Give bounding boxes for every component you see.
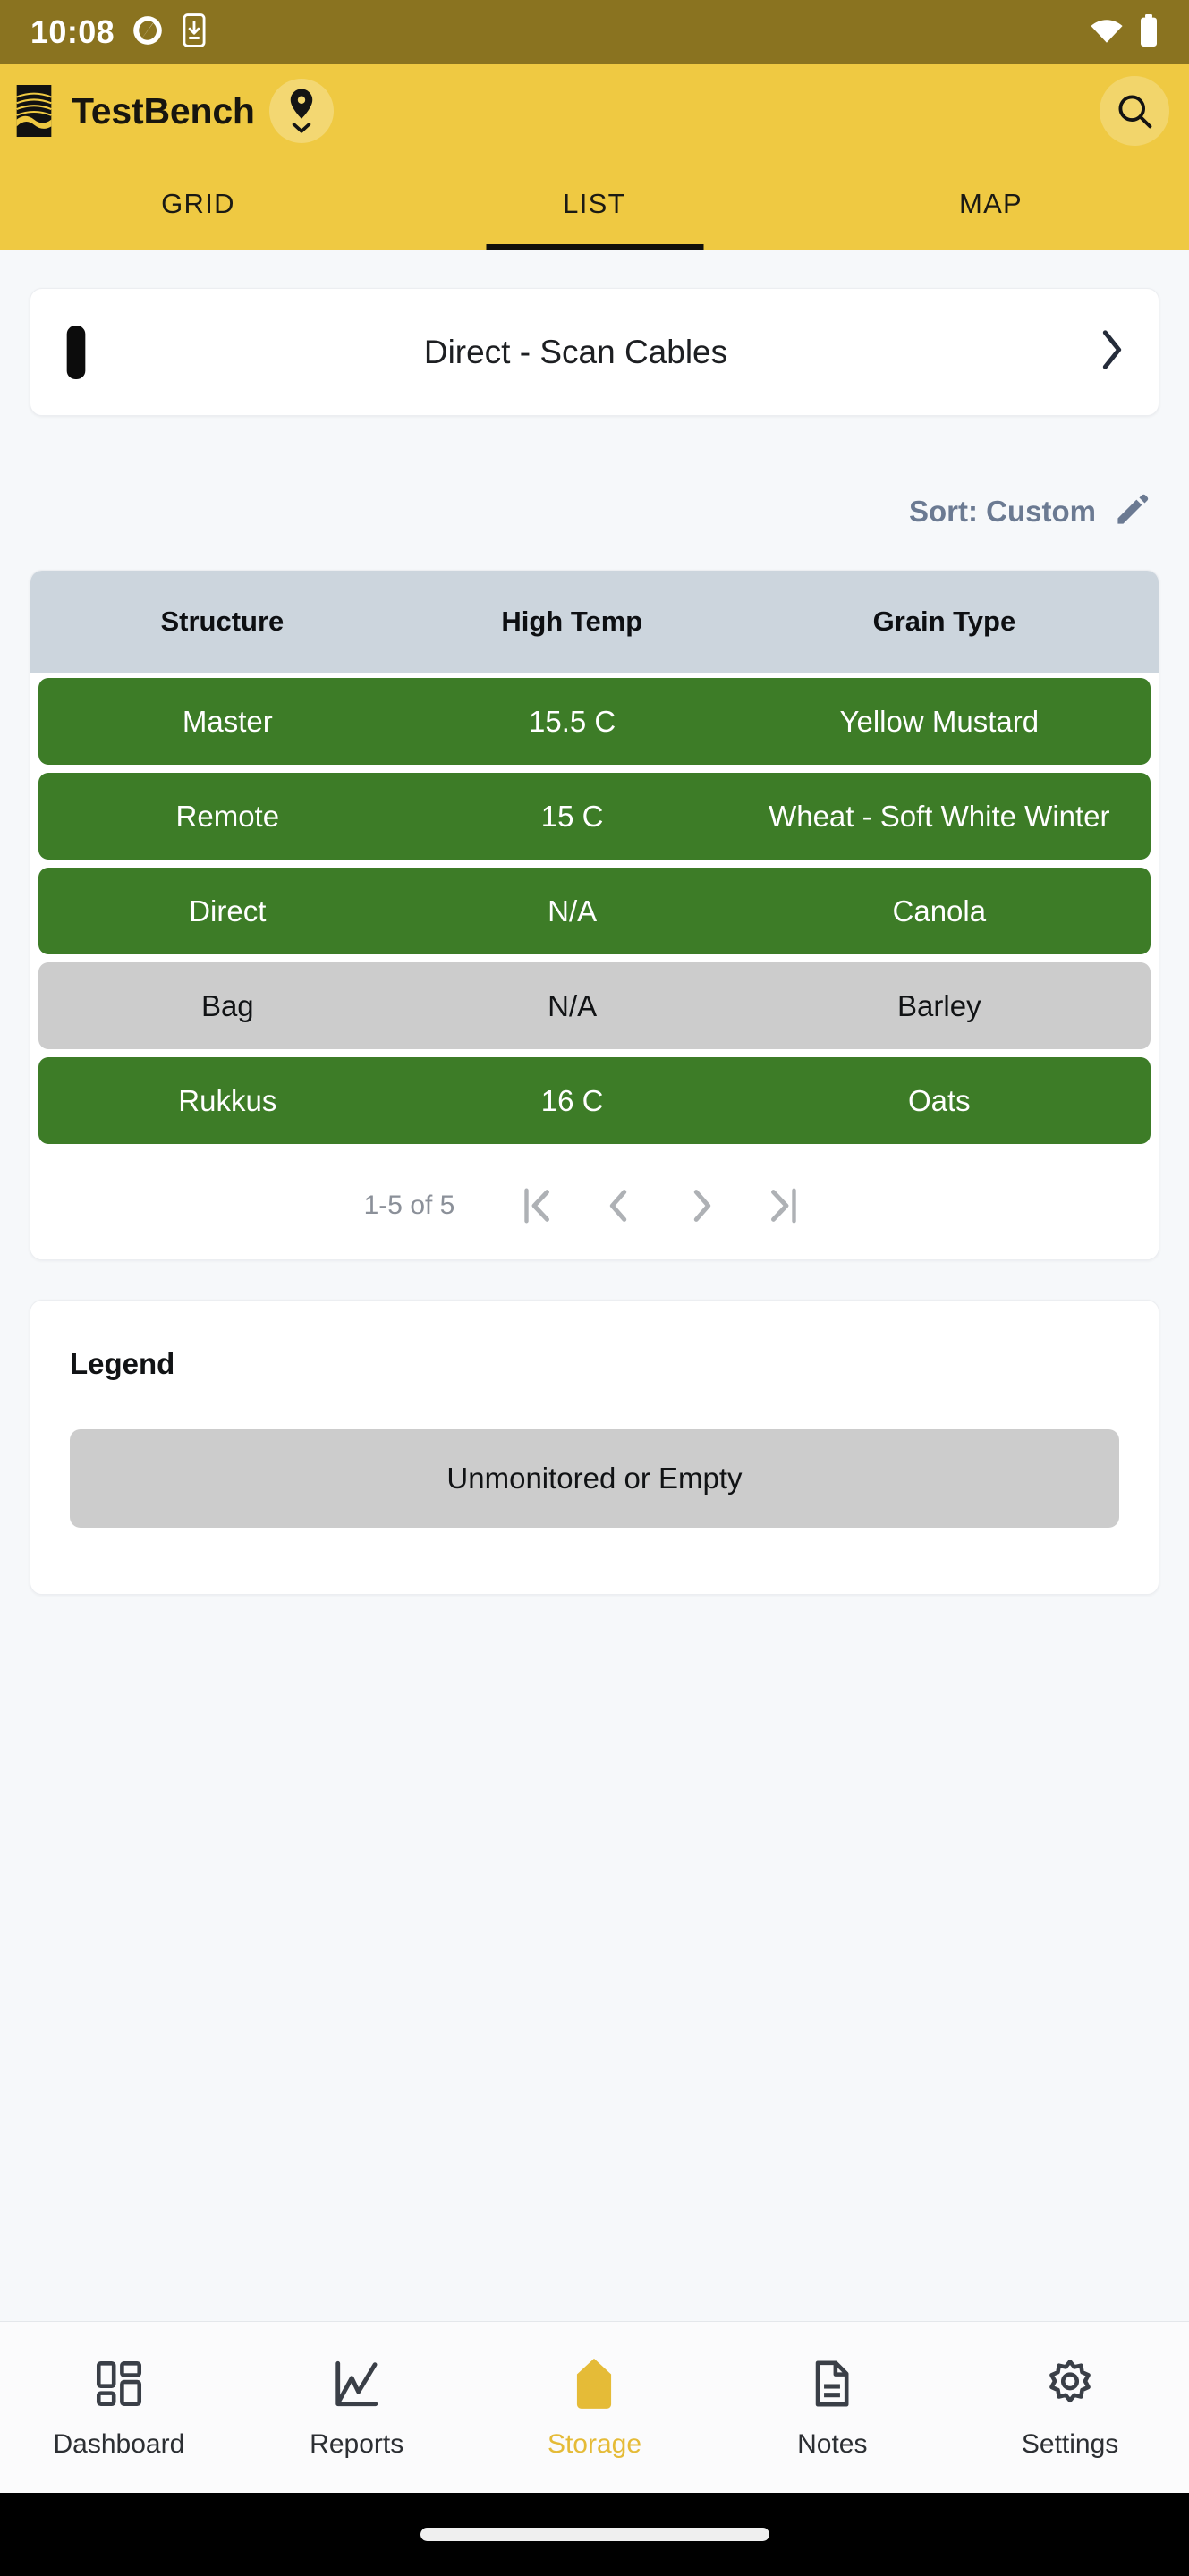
brand: TestBench (13, 85, 255, 137)
nav-label-dashboard: Dashboard (53, 2429, 185, 2459)
wifi-icon (1089, 16, 1125, 49)
app-title: TestBench (72, 89, 255, 131)
table-pagination: 1-5 of 5 (30, 1152, 1159, 1259)
cell-high-temp: 16 C (540, 1083, 604, 1117)
sort-label: Sort: Custom (909, 495, 1096, 528)
cell-structure: Master (182, 704, 273, 738)
column-header-grain-type[interactable]: Grain Type (730, 606, 1159, 638)
app-bar: TestBench (0, 64, 1189, 157)
table-row[interactable]: Bag N/A Barley (38, 962, 1151, 1049)
cell-high-temp: N/A (548, 894, 598, 928)
column-header-structure[interactable]: Structure (30, 606, 414, 638)
pencil-edit-icon[interactable] (1112, 490, 1151, 534)
nav-label-storage: Storage (547, 2429, 642, 2459)
table-header-row: Structure High Temp Grain Type (30, 571, 1159, 673)
system-status-bar: 10:08 (0, 0, 1189, 64)
status-bar-clock: 10:08 (30, 13, 115, 50)
column-header-high-temp[interactable]: High Temp (414, 606, 730, 638)
table-row[interactable]: Direct N/A Canola (38, 868, 1151, 954)
home-indicator[interactable] (420, 2528, 769, 2541)
scan-cables-card[interactable]: Direct - Scan Cables (30, 288, 1159, 416)
previous-page-icon[interactable] (578, 1174, 660, 1237)
cell-high-temp: N/A (548, 988, 598, 1022)
system-gesture-bar (0, 2493, 1189, 2576)
cell-structure: Remote (175, 799, 280, 833)
app-screen: 10:08 TestBench GRID LIST MAP Direct - S… (0, 0, 1189, 2576)
cell-grain-type: Yellow Mustard (839, 704, 1040, 738)
download-phone-icon (181, 13, 208, 52)
nav-item-storage[interactable]: Storage (476, 2355, 714, 2460)
chevron-right-icon (1100, 329, 1125, 375)
table-body: Master 15.5 C Yellow Mustard Remote 15 C… (30, 673, 1159, 1144)
document-notes-icon (806, 2355, 858, 2412)
line-chart-icon (331, 2355, 383, 2412)
scroll-content: Direct - Scan Cables Sort: Custom Struct… (0, 250, 1189, 2321)
dashboard-grid-icon (93, 2355, 145, 2412)
cell-structure: Bag (200, 988, 254, 1022)
tab-map[interactable]: MAP (793, 157, 1189, 250)
first-page-icon[interactable] (496, 1174, 578, 1237)
nav-item-settings[interactable]: Settings (951, 2355, 1189, 2460)
nav-item-notes[interactable]: Notes (713, 2355, 951, 2460)
status-bar-left: 10:08 (30, 13, 208, 52)
cell-high-temp: 15 C (540, 799, 604, 833)
search-icon[interactable] (1100, 76, 1169, 146)
tab-grid[interactable]: GRID (0, 157, 396, 250)
grain-bin-logo-icon (13, 85, 55, 137)
status-bar-right (1089, 13, 1159, 51)
table-row[interactable]: Remote 15 C Wheat - Soft White Winter (38, 773, 1151, 860)
cell-high-temp: 15.5 C (529, 704, 616, 738)
cell-grain-type: Oats (907, 1083, 971, 1117)
legend-item-unmonitored: Unmonitored or Empty (70, 1429, 1119, 1528)
sort-control[interactable]: Sort: Custom (30, 489, 1159, 534)
tab-list[interactable]: LIST (396, 157, 793, 250)
pagination-range: 1-5 of 5 (363, 1191, 455, 1220)
bottom-navigation: Dashboard Reports Storage Notes Settings (0, 2321, 1189, 2493)
location-pin-dropdown-icon[interactable] (268, 79, 334, 143)
last-page-icon[interactable] (743, 1174, 825, 1237)
legend-title: Legend (70, 1347, 175, 1380)
nav-item-dashboard[interactable]: Dashboard (0, 2355, 238, 2460)
structures-table: Structure High Temp Grain Type Master 15… (30, 570, 1159, 1260)
cell-grain-type: Barley (897, 988, 981, 1022)
cell-grain-type: Canola (892, 894, 987, 928)
gear-icon (1044, 2355, 1096, 2412)
cable-probe-icon (64, 325, 88, 380)
cell-grain-type: Wheat - Soft White Winter (769, 799, 1110, 833)
cell-structure: Direct (189, 894, 267, 928)
next-page-icon[interactable] (660, 1174, 743, 1237)
nav-label-settings: Settings (1021, 2429, 1119, 2459)
cell-structure: Rukkus (178, 1083, 277, 1117)
table-row[interactable]: Master 15.5 C Yellow Mustard (38, 678, 1151, 765)
nav-label-reports: Reports (310, 2429, 404, 2459)
scan-cables-label: Direct - Scan Cables (423, 333, 728, 370)
battery-icon (1139, 13, 1159, 51)
sync-app-icon (131, 13, 165, 52)
grain-bin-icon (568, 2355, 620, 2412)
table-row[interactable]: Rukkus 16 C Oats (38, 1057, 1151, 1144)
view-tab-bar: GRID LIST MAP (0, 157, 1189, 250)
nav-label-notes: Notes (797, 2429, 868, 2459)
nav-item-reports[interactable]: Reports (238, 2355, 476, 2460)
legend-card: Legend Unmonitored or Empty (30, 1300, 1159, 1595)
